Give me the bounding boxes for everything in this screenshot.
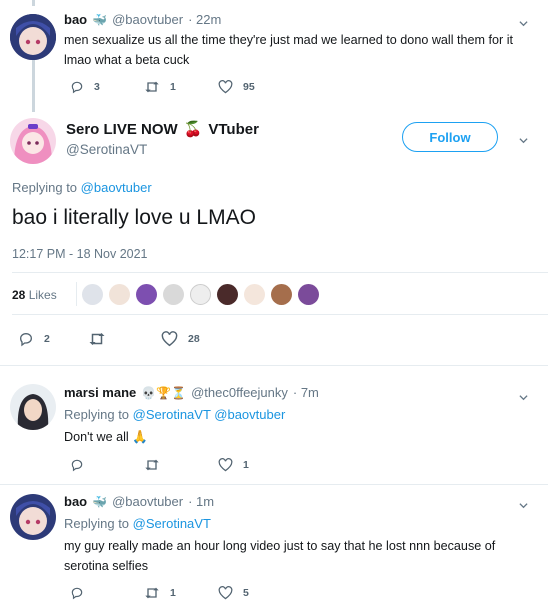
liker-avatar[interactable] <box>82 284 103 305</box>
author-handle[interactable]: @thec0ffeejunky <box>191 385 288 400</box>
retweet-icon <box>145 81 159 93</box>
replying-to-handle[interactable]: @SerotinaVT <box>133 516 211 531</box>
avatar[interactable] <box>10 494 56 540</box>
retweet-icon <box>145 587 159 599</box>
retweet-button[interactable] <box>88 331 116 347</box>
heart-icon <box>218 586 233 600</box>
likers-divider <box>76 282 77 306</box>
liker-avatar[interactable] <box>163 284 184 305</box>
avatar[interactable] <box>10 14 56 60</box>
like-count: 95 <box>243 81 255 93</box>
liker-avatar[interactable] <box>271 284 292 305</box>
author-name[interactable]: bao <box>64 494 87 509</box>
retweet-icon <box>89 333 105 345</box>
tweet-time[interactable]: · 22m <box>188 12 221 27</box>
tweet-text: bao i literally love u LMAO <box>12 206 256 229</box>
retweet-button[interactable] <box>144 458 170 472</box>
liker-avatar[interactable] <box>244 284 265 305</box>
chevron-down-icon[interactable] <box>519 393 528 402</box>
author-handle[interactable]: @baovtuber <box>112 12 183 27</box>
chevron-down-icon[interactable] <box>519 19 528 28</box>
reply-count: 3 <box>94 81 100 93</box>
likes-count[interactable]: 28 <box>12 288 25 302</box>
replying-to-label: Replying to <box>12 180 78 195</box>
thread-line <box>32 56 35 112</box>
tweet-text: my guy really made an hour long video ju… <box>64 539 496 573</box>
heart-icon <box>218 80 233 94</box>
like-count: 28 <box>188 333 200 345</box>
tweet-timestamp[interactable]: 12:17 PM - 18 Nov 2021 <box>12 247 148 261</box>
divider <box>0 484 548 485</box>
skull-trophy-hourglass-emoji: 💀🏆⏳ <box>141 385 187 400</box>
likes-label[interactable]: Likes <box>29 288 57 302</box>
avatar[interactable] <box>10 118 56 164</box>
liker-avatar[interactable] <box>190 284 211 305</box>
heart-icon <box>218 458 233 472</box>
replying-to-handle[interactable]: @SerotinaVT @baovtuber <box>133 407 286 422</box>
replying-to-label: Replying to <box>64 516 130 531</box>
reply-button[interactable]: 2 <box>18 331 50 347</box>
divider <box>12 314 548 315</box>
retweet-icon <box>145 459 159 471</box>
author-name[interactable]: marsi mane <box>64 385 136 400</box>
reply-icon <box>71 459 83 472</box>
divider <box>12 272 548 273</box>
reply-icon <box>71 81 83 94</box>
tweet-text: Don't we all 🙏 <box>64 430 148 444</box>
like-button[interactable]: 5 <box>218 586 249 600</box>
like-button[interactable]: 1 <box>218 458 249 472</box>
liker-avatar[interactable] <box>136 284 157 305</box>
chevron-down-icon[interactable] <box>519 501 528 510</box>
chevron-down-icon[interactable] <box>519 136 528 145</box>
reply-button[interactable] <box>70 586 94 600</box>
like-count: 5 <box>243 587 249 599</box>
reply-icon <box>71 587 83 600</box>
author-handle[interactable]: @SerotinaVT <box>66 142 147 157</box>
cherry-emoji: 🍒 <box>183 121 203 138</box>
like-button[interactable]: 95 <box>218 80 255 94</box>
thread-line <box>32 0 35 6</box>
liker-avatar[interactable] <box>217 284 238 305</box>
tweet-text: men sexualize us all the time they're ju… <box>64 33 514 67</box>
reply-button[interactable]: 3 <box>70 80 100 94</box>
heart-icon <box>161 331 178 347</box>
tweet-time[interactable]: · 7m <box>293 385 319 400</box>
replying-to-handle[interactable]: @baovtuber <box>81 180 152 195</box>
retweet-button[interactable]: 1 <box>144 80 176 94</box>
reply-icon <box>19 332 33 347</box>
replying-to-label: Replying to <box>64 407 130 422</box>
like-button[interactable]: 28 <box>161 331 200 347</box>
reply-button[interactable] <box>70 458 94 472</box>
divider <box>0 365 548 366</box>
liker-avatar[interactable] <box>109 284 130 305</box>
retweet-count: 1 <box>170 81 176 93</box>
author-name[interactable]: bao <box>64 12 87 27</box>
whale-emoji: 🐳 <box>92 12 108 27</box>
reply-count: 2 <box>44 333 50 345</box>
liker-avatar[interactable] <box>298 284 319 305</box>
author-name-suffix[interactable]: VTuber <box>208 121 259 138</box>
retweet-count: 1 <box>170 587 176 599</box>
follow-button[interactable]: Follow <box>402 122 498 152</box>
like-count: 1 <box>243 459 249 471</box>
avatar[interactable] <box>10 384 56 430</box>
whale-emoji: 🐳 <box>92 494 108 509</box>
retweet-button[interactable]: 1 <box>144 586 176 600</box>
tweet-time[interactable]: · 1m <box>188 494 214 509</box>
author-name[interactable]: Sero LIVE NOW <box>66 121 178 138</box>
author-handle[interactable]: @baovtuber <box>112 494 183 509</box>
